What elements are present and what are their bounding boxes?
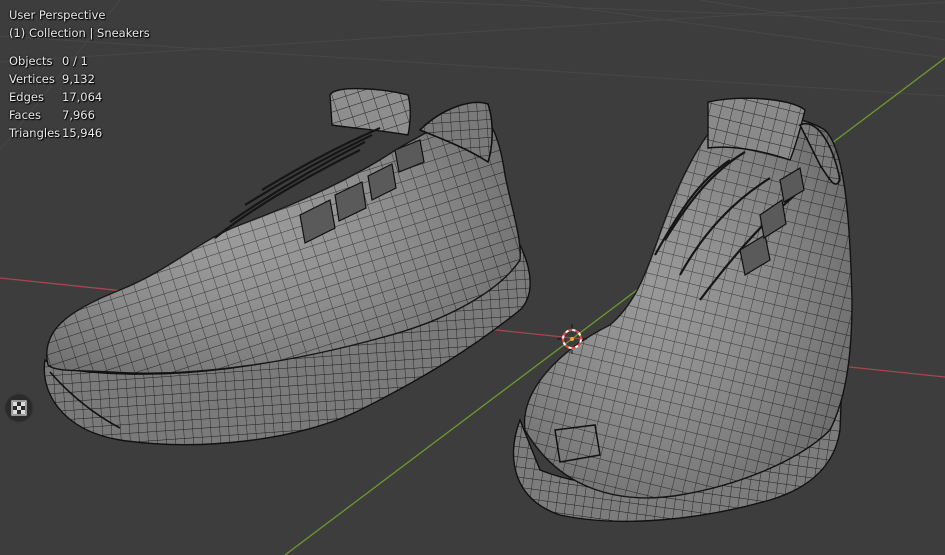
stat-row-faces: Faces 7,966 [9, 106, 102, 124]
view-name: User Perspective [9, 8, 106, 22]
stat-row-objects: Objects 0 / 1 [9, 52, 102, 70]
checkerboard-toggle-icon [11, 400, 27, 416]
stat-label: Vertices [9, 72, 55, 86]
stat-row-edges: Edges 17,064 [9, 88, 102, 106]
right-sneaker-mesh [512, 97, 853, 523]
stat-value: 0 / 1 [62, 54, 88, 68]
collection-line: (1) Collection | Sneakers [9, 26, 150, 40]
stat-value: 17,064 [62, 90, 103, 104]
stat-label: Objects [9, 54, 53, 68]
checkerboard-toggle-button[interactable] [6, 395, 32, 421]
stat-value: 15,946 [62, 126, 103, 140]
stat-value: 9,132 [62, 72, 95, 86]
3d-viewport[interactable]: User Perspective (1) Collection | Sneake… [0, 0, 945, 555]
stat-label: Edges [9, 90, 44, 104]
viewport-info-overlay: User Perspective (1) Collection | Sneake… [9, 6, 150, 142]
stat-label: Triangles [9, 126, 61, 140]
stat-row-vertices: Vertices 9,132 [9, 70, 102, 88]
stat-value: 7,966 [62, 108, 95, 122]
scene-statistics: Objects 0 / 1 Vertices 9,132 Edges 17,06… [9, 52, 102, 142]
stat-label: Faces [9, 108, 41, 122]
stat-row-triangles: Triangles 15,946 [9, 124, 102, 142]
